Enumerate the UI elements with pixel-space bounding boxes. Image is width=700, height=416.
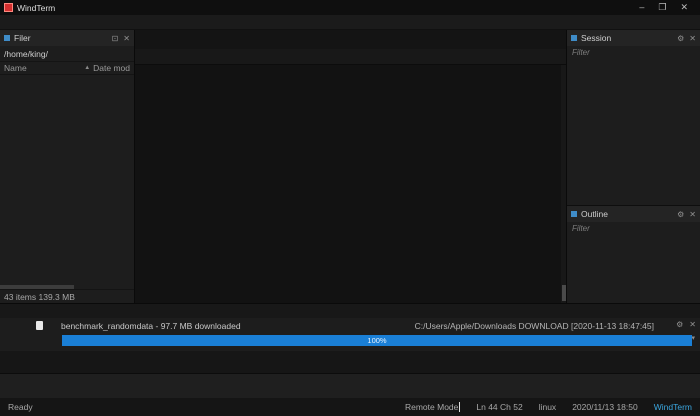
panel-square-icon (4, 35, 10, 41)
session-panel: Session ⚙ ✕ (567, 30, 700, 206)
right-sidebar: Session ⚙ ✕ Outline ⚙ ✕ (566, 30, 700, 303)
download-progress-bar: 100% (62, 335, 692, 346)
progress-percent: 100% (367, 336, 387, 345)
session-title: Session (581, 33, 612, 43)
gear-icon[interactable]: ⚙ (676, 320, 683, 329)
panel-square-icon (571, 211, 577, 217)
transfer-panel: ⚙ ✕ ▾ benchmark_randomdata - 97.7 MB dow… (0, 303, 700, 351)
filer-panel: Filer ⊡ ✕ /home/king/ Name ▲ Date mod 43… (0, 30, 135, 303)
close-icon[interactable]: ✕ (689, 320, 696, 329)
gear-icon[interactable]: ⚙ (677, 210, 684, 219)
status-mode[interactable]: Remote Mode (405, 402, 461, 412)
close-icon[interactable]: ✕ (689, 34, 696, 43)
filer-header: Filer ⊡ ✕ (0, 30, 134, 46)
breadcrumb-bar (135, 49, 566, 65)
title-bar: WindTerm – ❐ ✕ (0, 0, 700, 15)
gear-icon[interactable]: ⚙ (677, 34, 684, 43)
menu-bar (0, 15, 700, 30)
tab-bar (135, 30, 566, 49)
status-position[interactable]: Ln 44 Ch 52 (476, 402, 522, 412)
transfer-file-row: benchmark_randomdata - 97.7 MB downloade… (0, 318, 700, 333)
column-name[interactable]: Name (4, 63, 84, 73)
status-bar: Ready Remote Mode Ln 44 Ch 52 linux 2020… (0, 398, 700, 416)
windterm-window: WindTerm – ❐ ✕ Filer ⊡ ✕ /home/king/ Nam… (0, 0, 700, 416)
filer-horizontal-scrollbar[interactable] (0, 285, 134, 289)
status-app: WindTerm (653, 402, 692, 412)
window-title: WindTerm (17, 2, 56, 13)
chevron-down-icon[interactable]: ▾ (691, 334, 695, 342)
outline-title: Outline (581, 209, 608, 219)
filer-title: Filer (14, 33, 31, 43)
filer-column-headers: Name ▲ Date mod (0, 62, 134, 75)
quick-toolbar (0, 373, 700, 398)
status-os[interactable]: linux (539, 402, 556, 412)
close-icon[interactable]: ✕ (123, 34, 130, 43)
status-ready: Ready (8, 402, 33, 412)
terminal-scrollbar[interactable] (561, 65, 566, 303)
file-icon (36, 321, 43, 330)
filer-path[interactable]: /home/king/ (4, 49, 130, 59)
filer-status: 43 items 139.3 MB (0, 289, 134, 303)
transfer-file-text: benchmark_randomdata - 97.7 MB downloade… (61, 320, 241, 331)
minimize-button[interactable]: – (639, 2, 644, 13)
outline-list (567, 235, 700, 303)
column-date[interactable]: Date mod (93, 63, 130, 73)
terminal-area (135, 30, 566, 303)
app-icon (4, 3, 13, 12)
close-icon[interactable]: ✕ (689, 210, 696, 219)
file-list (0, 75, 134, 285)
close-button[interactable]: ✕ (680, 2, 688, 13)
outline-filter-input[interactable] (572, 224, 695, 233)
pin-icon[interactable]: ⊡ (112, 34, 119, 43)
terminal-output[interactable] (135, 65, 566, 303)
empty-zone (0, 351, 700, 373)
session-tree (567, 59, 700, 205)
maximize-button[interactable]: ❐ (658, 2, 666, 13)
filer-path-bar: /home/king/ (0, 46, 134, 62)
transfer-tabs (0, 304, 700, 318)
session-filter-input[interactable] (572, 48, 695, 57)
panel-square-icon (571, 35, 577, 41)
status-datetime: 2020/11/13 18:50 (572, 402, 638, 412)
transfer-path: C:/Users/Apple/Downloads DOWNLOAD [2020-… (414, 320, 654, 331)
sort-ascending-icon: ▲ (84, 65, 91, 71)
outline-panel: Outline ⚙ ✕ (567, 206, 700, 303)
